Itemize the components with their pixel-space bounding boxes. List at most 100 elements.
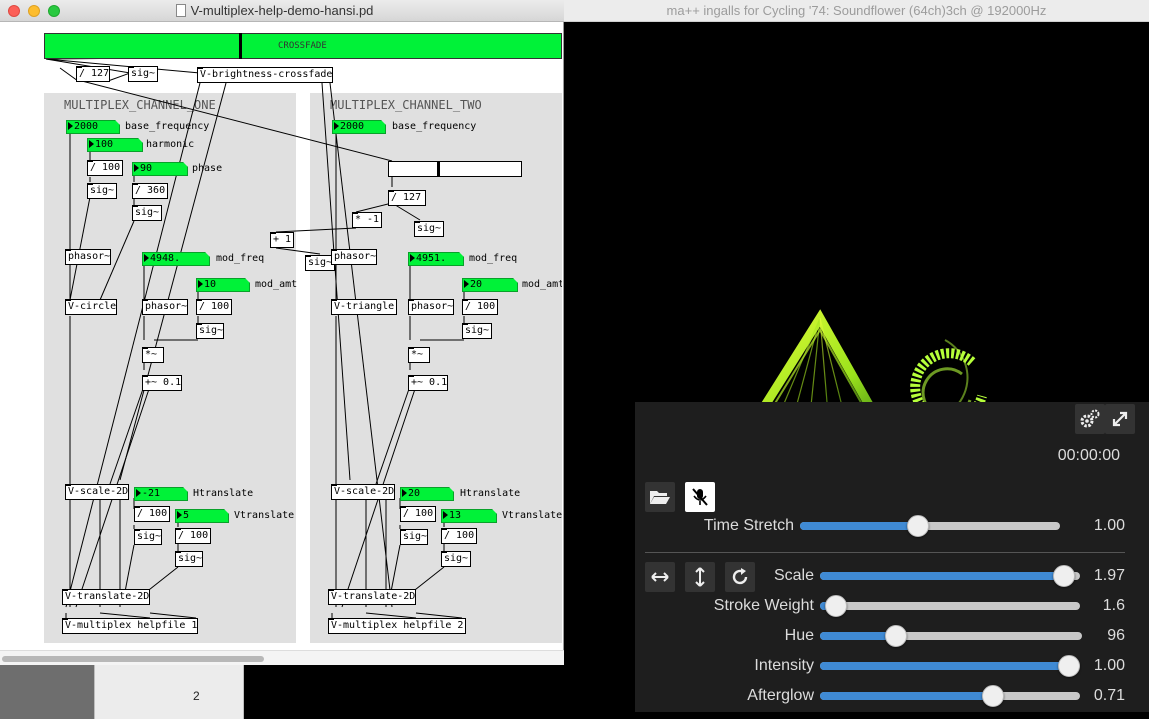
mute-mic-button[interactable]	[685, 482, 715, 512]
scrollbar-thumb[interactable]	[2, 656, 264, 662]
sig-object[interactable]: sig~	[128, 66, 158, 82]
intensity-slider[interactable]	[820, 655, 1080, 677]
mod-amt-number[interactable]: 20	[462, 278, 518, 292]
div100-object[interactable]: / 100	[87, 160, 123, 176]
v-scale-2d-object[interactable]: V-scale-2D	[331, 484, 395, 500]
base-frequency-number[interactable]: 2000	[332, 120, 386, 134]
sig-object[interactable]: sig~	[134, 529, 162, 545]
background-cell-value: 2	[193, 689, 200, 703]
sig-object[interactable]: sig~	[400, 529, 428, 545]
div100-object[interactable]: / 100	[175, 528, 211, 544]
v-scale-2d-object[interactable]: V-scale-2D	[65, 484, 129, 500]
settings-button[interactable]	[1075, 404, 1105, 434]
pd-window-title: V-multiplex-help-demo-hansi.pd	[190, 3, 374, 18]
stroke-weight-value: 1.6	[1102, 597, 1125, 614]
htranslate-label: Htranslate	[193, 488, 254, 499]
phasor-object[interactable]: phasor~	[408, 299, 454, 315]
div127-object[interactable]: / 127	[388, 190, 426, 206]
vtranslate-number[interactable]: 5	[175, 509, 229, 523]
crossfade-slider[interactable]: CROSSFADE	[44, 33, 562, 59]
phasor-object[interactable]: phasor~	[142, 299, 188, 315]
div100-object[interactable]: / 100	[196, 299, 232, 315]
multiply-neg1-object[interactable]: * -1	[352, 212, 382, 228]
pd-canvas[interactable]: MULTIPLEX_CHANNEL_ONE MULTIPLEX_CHANNEL_…	[0, 22, 564, 650]
afterglow-value: 0.71	[1093, 687, 1125, 704]
flip-horizontal-button[interactable]	[645, 562, 675, 592]
mod-amt-label: mod_amt	[255, 279, 298, 290]
v-translate-2d-object[interactable]: V-translate-2D	[62, 589, 150, 605]
afterglow-slider[interactable]	[820, 685, 1080, 707]
stroke-weight-slider[interactable]	[820, 595, 1080, 617]
slider-thumb[interactable]	[907, 515, 930, 537]
mod-freq-number[interactable]: 4948.	[142, 252, 210, 266]
pd-patch-window: V-multiplex-help-demo-hansi.pd MULTIPLEX…	[0, 0, 564, 665]
flip-vertical-button[interactable]	[685, 562, 715, 592]
vtranslate-label: Vtranslate	[234, 510, 295, 521]
slider-thumb[interactable]	[981, 685, 1004, 707]
scale-slider[interactable]	[820, 565, 1080, 587]
div127-object[interactable]: / 127	[76, 66, 110, 82]
flip-horizontal-icon	[651, 572, 669, 582]
add1-object[interactable]: + 1	[270, 232, 294, 248]
open-file-button[interactable]	[645, 482, 675, 512]
horizontal-scrollbar[interactable]	[0, 650, 564, 665]
add-object[interactable]: +~ 0.1	[142, 375, 182, 391]
v-translate-2d-object[interactable]: V-translate-2D	[328, 589, 416, 605]
harmonic-label: harmonic	[146, 139, 195, 150]
v-circle-object[interactable]: V-circle	[65, 299, 117, 315]
hue-label: Hue	[784, 627, 814, 644]
panel-divider	[645, 552, 1125, 553]
mod-freq-label: mod_freq	[469, 253, 518, 264]
afterglow-label: Afterglow	[747, 687, 814, 704]
div100-object[interactable]: / 100	[134, 506, 170, 522]
flip-vertical-icon	[695, 567, 705, 587]
vtranslate-number[interactable]: 13	[441, 509, 497, 523]
helpfile-2-object[interactable]: V-multiplex helpfile 2	[328, 618, 466, 634]
rotate-icon	[732, 568, 748, 585]
sig-object[interactable]: sig~	[441, 551, 471, 567]
htranslate-number[interactable]: 20	[400, 487, 454, 501]
phase-number[interactable]: 90	[132, 162, 188, 176]
sig-object[interactable]: sig~	[132, 205, 162, 221]
mod-amt-number[interactable]: 10	[196, 278, 250, 292]
v-triangle-object[interactable]: V-triangle	[331, 299, 397, 315]
div360-object[interactable]: / 360	[132, 183, 168, 199]
multiply-object[interactable]: *~	[142, 347, 164, 363]
brightness-crossfade-object[interactable]: V-brightness-crossfade	[197, 67, 333, 83]
htranslate-label: Htranslate	[460, 488, 521, 499]
div100-object[interactable]: / 100	[462, 299, 498, 315]
crossfade-knob[interactable]	[239, 33, 242, 59]
sig-object[interactable]: sig~	[87, 183, 117, 199]
slider-thumb[interactable]	[824, 595, 847, 617]
hue-value: 96	[1107, 627, 1125, 644]
helpfile-1-object[interactable]: V-multiplex helpfile 1	[62, 618, 198, 634]
add-object[interactable]: +~ 0.1	[408, 375, 448, 391]
slider-thumb[interactable]	[884, 625, 907, 647]
sig-object[interactable]: sig~	[175, 551, 203, 567]
folder-open-icon	[650, 491, 670, 504]
crossfade-label: CROSSFADE	[278, 41, 327, 51]
mod-freq-number[interactable]: 4951.	[408, 252, 464, 266]
phasor-object[interactable]: phasor~	[331, 249, 377, 265]
phasor-object[interactable]: phasor~	[65, 249, 111, 265]
rotate-button[interactable]	[725, 562, 755, 592]
vtranslate-label: Vtranslate	[502, 510, 563, 521]
base-frequency-number[interactable]: 2000	[66, 120, 120, 134]
div100-object[interactable]: / 100	[441, 528, 477, 544]
htranslate-number[interactable]: -21	[134, 487, 188, 501]
background-window	[0, 665, 94, 719]
hue-slider[interactable]	[820, 625, 1082, 647]
base-frequency-label: base_frequency	[125, 121, 210, 132]
multiply-object[interactable]: *~	[408, 347, 430, 363]
time-stretch-slider[interactable]	[800, 515, 1060, 537]
pd-titlebar: V-multiplex-help-demo-hansi.pd	[0, 0, 564, 22]
sig-object[interactable]: sig~	[414, 221, 444, 237]
time-stretch-label: Time Stretch	[703, 517, 794, 534]
sig-object[interactable]: sig~	[196, 323, 224, 339]
scale-label: Scale	[773, 567, 814, 584]
sig-object[interactable]: sig~	[462, 323, 492, 339]
div100-object[interactable]: / 100	[400, 506, 436, 522]
horizontal-slider[interactable]	[388, 161, 522, 177]
fullscreen-button[interactable]	[1105, 404, 1135, 434]
harmonic-number[interactable]: 100	[87, 138, 143, 152]
